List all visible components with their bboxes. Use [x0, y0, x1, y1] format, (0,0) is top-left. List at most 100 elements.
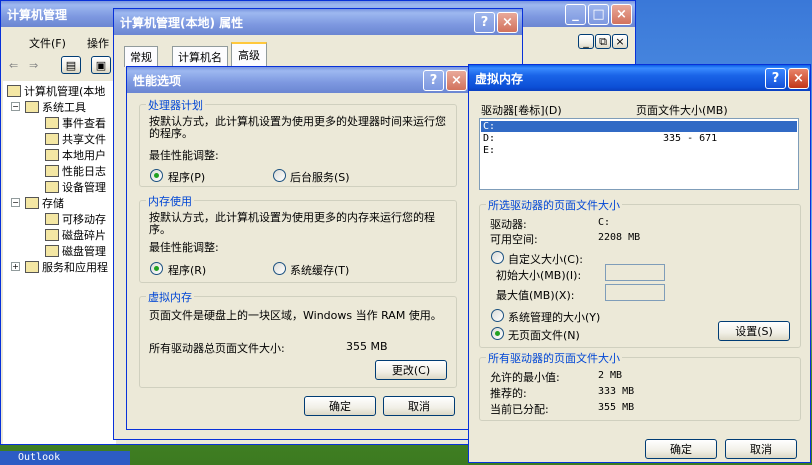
no-paging-file-label[interactable]: 无页面文件(N): [508, 327, 580, 343]
memory-programs-label[interactable]: 程序(R): [168, 262, 206, 278]
properties-title: 计算机管理(本地) 属性: [120, 15, 244, 30]
virtual-memory-group: 虚拟内存 页面文件是硬盘上的一块区域，Windows 当作 RAM 使用。 所有…: [139, 289, 457, 388]
cancel-button[interactable]: 取消: [383, 396, 455, 416]
inner-minimize-button[interactable]: _: [578, 34, 594, 49]
no-paging-file-radio[interactable]: [491, 327, 504, 340]
initial-size-input[interactable]: [605, 264, 665, 281]
drive-row-selected[interactable]: C:: [481, 121, 797, 132]
minimize-button[interactable]: _: [565, 4, 586, 25]
maximize-button[interactable]: □: [588, 4, 609, 25]
tree-disk-management[interactable]: 磁盘管理: [45, 243, 106, 259]
system-managed-label[interactable]: 系统管理的大小(Y): [508, 309, 600, 325]
ok-button[interactable]: 确定: [645, 439, 717, 459]
initial-size-label: 初始大小(MB)(I):: [496, 269, 582, 282]
help-button[interactable]: ?: [474, 12, 495, 33]
memory-cache-label[interactable]: 系统缓存(T): [290, 262, 349, 278]
tab-advanced[interactable]: 高级: [231, 42, 267, 66]
properties-icon[interactable]: ▣: [91, 56, 111, 74]
cpu-programs-radio[interactable]: [150, 169, 163, 182]
system-managed-radio[interactable]: [491, 309, 504, 322]
forward-icon[interactable]: ⇒: [29, 59, 38, 72]
tree-system-tools[interactable]: 系统工具: [25, 99, 86, 115]
drive-column-header: 驱动器[卷标](D): [481, 104, 562, 117]
change-button[interactable]: 更改(C): [375, 360, 447, 380]
event-viewer-icon: [45, 117, 59, 129]
custom-size-radio[interactable]: [491, 251, 504, 264]
properties-titlebar[interactable]: 计算机管理(本地) 属性: [114, 9, 522, 35]
tab-general[interactable]: 常规: [124, 46, 158, 67]
tree-perf-logs[interactable]: 性能日志: [45, 163, 106, 179]
ok-button[interactable]: 确定: [304, 396, 376, 416]
services-icon: [25, 261, 39, 273]
cpu-scheduling-group: 处理器计划 按默认方式，此计算机设置为使用更多的处理器时间来运行您的程序。 最佳…: [139, 97, 457, 187]
custom-size-label[interactable]: 自定义大小(C):: [508, 251, 583, 267]
menu-file[interactable]: 文件(F): [29, 35, 66, 51]
drive-row[interactable]: D:: [483, 133, 495, 144]
current-allocated-label: 当前已分配:: [490, 403, 549, 416]
space-label: 可用空间:: [490, 233, 538, 246]
min-allowed-label: 允许的最小值:: [490, 371, 560, 384]
set-button[interactable]: 设置(S): [718, 321, 790, 341]
vmem-title: 虚拟内存: [475, 71, 524, 86]
tree-defrag[interactable]: 磁盘碎片: [45, 227, 106, 243]
help-button[interactable]: ?: [423, 70, 444, 91]
mmc-title: 计算机管理: [7, 7, 68, 22]
recommended-value: 333 MB: [598, 386, 635, 397]
memory-cache-radio[interactable]: [273, 262, 286, 275]
taskbar[interactable]: Outlook: [0, 451, 130, 465]
show-hide-tree-icon[interactable]: ▤: [61, 56, 81, 74]
back-icon[interactable]: ⇐: [9, 59, 18, 72]
collapse-icon[interactable]: −: [11, 198, 20, 207]
close-button[interactable]: ×: [788, 68, 809, 89]
perf-titlebar[interactable]: 性能选项: [127, 67, 468, 93]
cpu-background-radio[interactable]: [273, 169, 286, 182]
expand-icon[interactable]: +: [11, 262, 20, 271]
cpu-programs-label[interactable]: 程序(P): [168, 169, 205, 185]
virtual-memory-dialog: 虚拟内存 ? × 驱动器[卷标](D) 页面文件大小(MB) C: D: 335…: [468, 64, 811, 463]
tree-device-manager[interactable]: 设备管理: [45, 179, 106, 195]
memory-usage-group: 内存使用 按默认方式，此计算机设置为使用更多的内存来运行您的程序。 最佳性能调整…: [139, 193, 457, 283]
menu-action[interactable]: 操作: [87, 35, 109, 51]
perf-title: 性能选项: [133, 73, 182, 88]
cancel-button[interactable]: 取消: [725, 439, 797, 459]
performance-options-dialog: 性能选项 ? × 处理器计划 按默认方式，此计算机设置为使用更多的处理器时间来运…: [126, 66, 469, 430]
tree-storage[interactable]: 存储: [25, 195, 64, 211]
memory-group-title: 内存使用: [146, 193, 194, 209]
max-size-label: 最大值(MB)(X):: [496, 289, 575, 302]
tab-computer-name[interactable]: 计算机名: [172, 46, 228, 67]
current-allocated-value: 355 MB: [598, 402, 635, 413]
cpu-background-label[interactable]: 后台服务(S): [290, 169, 350, 185]
vm-total-label: 所有驱动器总页面文件大小:: [149, 342, 285, 355]
close-button[interactable]: ×: [446, 70, 467, 91]
min-allowed-value: 2 MB: [598, 370, 623, 381]
max-size-input[interactable]: [605, 284, 665, 301]
tree-root[interactable]: 计算机管理(本地: [7, 83, 105, 99]
drive-row[interactable]: E:: [483, 145, 495, 156]
perf-log-icon: [45, 165, 59, 177]
collapse-icon[interactable]: −: [11, 102, 20, 111]
drive-list[interactable]: C: D: 335 - 671 E:: [479, 118, 799, 190]
memory-description: 按默认方式，此计算机设置为使用更多的内存来运行您的程序。: [149, 211, 435, 236]
drive-label: 驱动器:: [490, 218, 527, 231]
selected-group-title: 所选驱动器的页面文件大小: [486, 197, 622, 213]
tree-event-viewer[interactable]: 事件查看: [45, 115, 106, 131]
close-button[interactable]: ×: [611, 4, 632, 25]
selected-drive-group: 所选驱动器的页面文件大小 驱动器: C: 可用空间: 2208 MB 自定义大小…: [479, 197, 801, 348]
disk-icon: [45, 245, 59, 257]
space-value: 2208 MB: [598, 232, 641, 243]
close-button[interactable]: ×: [497, 12, 518, 33]
defrag-icon: [45, 229, 59, 241]
tree-local-users[interactable]: 本地用户: [45, 147, 106, 163]
vmem-titlebar[interactable]: 虚拟内存: [469, 65, 810, 91]
cpu-description: 按默认方式，此计算机设置为使用更多的处理器时间来运行您的程序。: [149, 115, 446, 140]
shared-folder-icon: [45, 133, 59, 145]
inner-close-button[interactable]: ×: [612, 34, 628, 49]
tree-shared-folders[interactable]: 共享文件: [45, 131, 106, 147]
tree-removable-storage[interactable]: 可移动存: [45, 211, 106, 227]
cpu-group-title: 处理器计划: [146, 97, 205, 113]
taskbar-item-outlook[interactable]: Outlook: [18, 452, 60, 463]
help-button[interactable]: ?: [765, 68, 786, 89]
memory-programs-radio[interactable]: [150, 262, 163, 275]
inner-restore-button[interactable]: ⧉: [595, 34, 611, 49]
tree-services-apps[interactable]: 服务和应用程: [25, 259, 108, 275]
